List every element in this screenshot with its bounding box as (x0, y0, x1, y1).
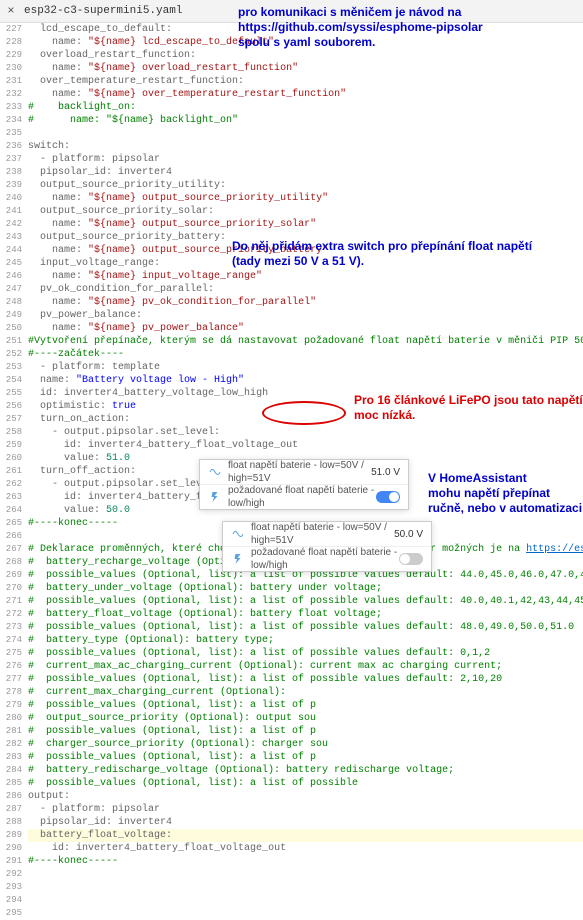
sensor-label: float napětí baterie - low=50V / high=51… (228, 459, 371, 485)
toggle-off[interactable] (399, 553, 423, 565)
red-oval-annotation (262, 401, 346, 425)
sensor-row: float napětí baterie - low=50V / high=51… (223, 522, 431, 547)
switch-label: požadované float napětí baterie - low/hi… (251, 546, 399, 572)
tab-title[interactable]: esp32-c3-supermini5.yaml (24, 5, 182, 18)
sine-icon (208, 465, 222, 479)
switch-label: požadované float napětí baterie - low/hi… (228, 484, 376, 510)
sensor-label: float napětí baterie - low=50V / high=51… (251, 521, 394, 547)
code-editor[interactable]: 2272282292302312322332342352362372382392… (0, 23, 583, 907)
close-icon[interactable]: × (4, 5, 18, 18)
toggle-on[interactable] (376, 491, 400, 503)
sine-icon (231, 527, 245, 541)
ha-card-2: float napětí baterie - low=50V / high=51… (222, 521, 432, 572)
switch-row: požadované float napětí baterie - low/hi… (223, 547, 431, 571)
annotation-mid: Do něj přidám extra switch pro přepínání… (232, 239, 532, 269)
annotation-top: pro komunikaci s měničem je návod na htt… (238, 5, 483, 50)
flash-icon (231, 552, 245, 566)
annotation-red: Pro 16 článkové LiFePO jsou tato napětí … (354, 393, 583, 423)
sensor-value: 50.0 V (394, 528, 423, 541)
flash-icon (208, 490, 222, 504)
annotation-side: V HomeAssistant mohu napětí přepínat ruč… (428, 471, 582, 516)
line-gutter: 2272282292302312322332342352362372382392… (0, 23, 26, 920)
sensor-value: 51.0 V (371, 466, 400, 479)
switch-row: požadované float napětí baterie - low/hi… (200, 485, 408, 509)
sensor-row: float napětí baterie - low=50V / high=51… (200, 460, 408, 485)
ha-card-1: float napětí baterie - low=50V / high=51… (199, 459, 409, 510)
